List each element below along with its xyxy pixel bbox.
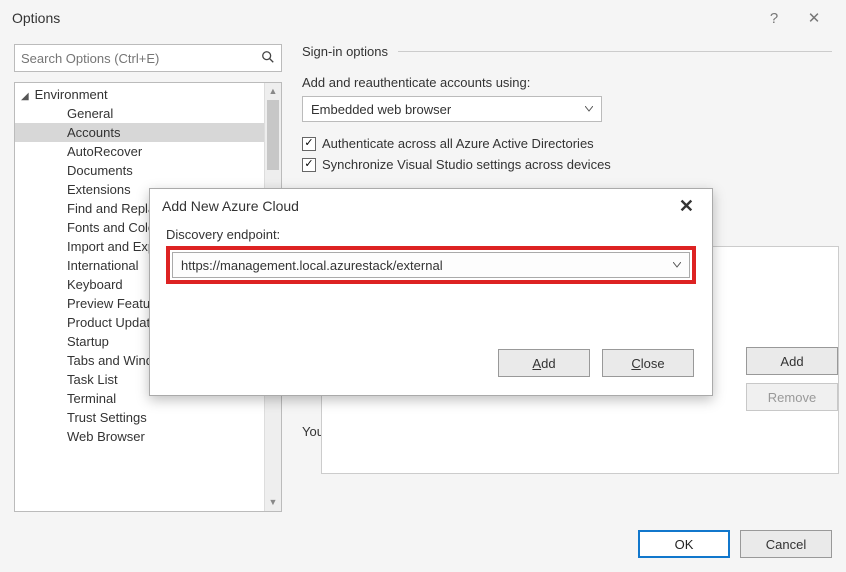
check-label: Authenticate across all Azure Active Dir… [322, 136, 594, 151]
check-sync-settings[interactable]: Synchronize Visual Studio settings acros… [302, 157, 832, 172]
scroll-down-icon[interactable]: ▼ [265, 494, 281, 511]
dialog-footer: OK Cancel [638, 530, 832, 558]
search-icon [261, 50, 275, 67]
window-title: Options [12, 10, 754, 26]
modal-title: Add New Azure Cloud [162, 198, 673, 214]
modal-header: Add New Azure Cloud ✕ [150, 189, 712, 223]
add-azure-cloud-dialog: Add New Azure Cloud ✕ Discovery endpoint… [149, 188, 713, 396]
chevron-down-icon [585, 104, 593, 115]
chevron-down-icon [673, 260, 681, 271]
checkbox-icon [302, 137, 316, 151]
tree-item-autorecover[interactable]: AutoRecover [15, 142, 264, 161]
search-input[interactable] [21, 51, 261, 66]
cancel-button[interactable]: Cancel [740, 530, 832, 558]
discovery-endpoint-label: Discovery endpoint: [166, 227, 696, 242]
ok-button[interactable]: OK [638, 530, 730, 558]
discovery-endpoint-combo[interactable]: https://management.local.azurestack/exte… [172, 252, 690, 278]
scroll-up-icon[interactable]: ▲ [265, 83, 281, 100]
tree-item-trust-settings[interactable]: Trust Settings [15, 408, 264, 427]
tree-item-web-browser[interactable]: Web Browser [15, 427, 264, 446]
check-auth-all-dirs[interactable]: Authenticate across all Azure Active Dir… [302, 136, 832, 151]
titlebar: Options ? ✕ [0, 0, 846, 36]
group-title: Sign-in options [302, 44, 388, 59]
group-header: Sign-in options [302, 44, 832, 59]
help-button[interactable]: ? [754, 10, 794, 27]
remove-cloud-button: Remove [746, 383, 838, 411]
highlight-box: https://management.local.azurestack/exte… [166, 246, 696, 284]
scroll-thumb[interactable] [267, 100, 279, 170]
modal-footer: Add Close [498, 349, 694, 377]
close-button[interactable]: ✕ [794, 9, 834, 27]
search-box[interactable] [14, 44, 282, 72]
tree-item-documents[interactable]: Documents [15, 161, 264, 180]
check-label: Synchronize Visual Studio settings acros… [322, 157, 611, 172]
checkbox-icon [302, 158, 316, 172]
tree-item-general[interactable]: General [15, 104, 264, 123]
modal-close-btn[interactable]: Close [602, 349, 694, 377]
reauth-label: Add and reauthenticate accounts using: [302, 75, 832, 90]
modal-add-button[interactable]: Add [498, 349, 590, 377]
dropdown-value: Embedded web browser [311, 102, 451, 117]
divider [398, 51, 832, 52]
tree-caret-icon: ◢ [21, 91, 31, 102]
tree-item-accounts[interactable]: Accounts [15, 123, 264, 142]
add-cloud-button[interactable]: Add [746, 347, 838, 375]
tree-root-environment[interactable]: ◢ Environment [15, 85, 264, 104]
reauth-dropdown[interactable]: Embedded web browser [302, 96, 602, 122]
modal-close-button[interactable]: ✕ [673, 196, 700, 217]
endpoint-value: https://management.local.azurestack/exte… [181, 258, 443, 273]
